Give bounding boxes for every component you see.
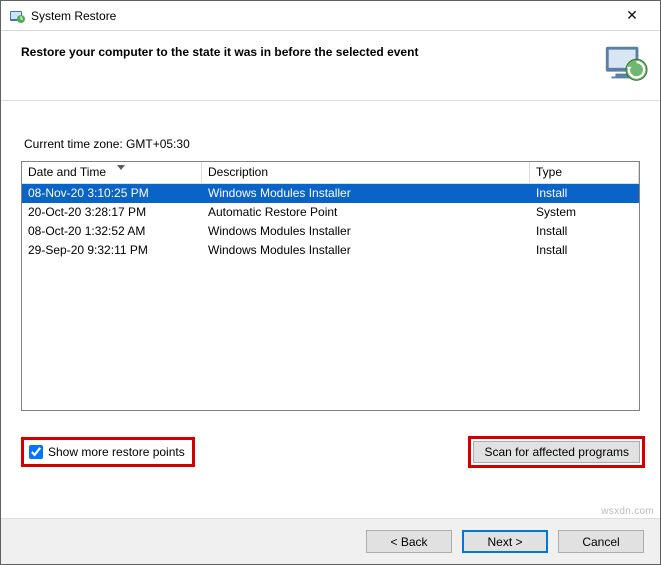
restore-monitor-icon <box>602 41 648 87</box>
watermark: wsxdn.com <box>601 506 654 517</box>
window-title: System Restore <box>31 9 612 23</box>
timezone-label: Current time zone: GMT+05:30 <box>24 137 637 151</box>
titlebar: System Restore ✕ <box>1 1 660 31</box>
cell-description: Automatic Restore Point <box>202 203 530 222</box>
table-body: 08-Nov-20 3:10:25 PMWindows Modules Inst… <box>22 184 639 260</box>
cell-datetime: 29-Sep-20 9:32:11 PM <box>22 241 202 260</box>
scan-affected-programs-button[interactable]: Scan for affected programs <box>473 441 640 463</box>
cell-type: Install <box>530 184 639 203</box>
show-more-checkbox[interactable] <box>29 445 43 459</box>
column-header-type[interactable]: Type <box>530 162 639 183</box>
next-button[interactable]: Next > <box>462 530 548 553</box>
show-more-label: Show more restore points <box>48 445 185 459</box>
wizard-header: Restore your computer to the state it wa… <box>1 31 660 101</box>
wizard-footer: < Back Next > Cancel <box>1 518 660 564</box>
back-button[interactable]: < Back <box>366 530 452 553</box>
table-row[interactable]: 08-Nov-20 3:10:25 PMWindows Modules Inst… <box>22 184 639 203</box>
cell-type: System <box>530 203 639 222</box>
page-heading: Restore your computer to the state it wa… <box>21 45 640 59</box>
content-area: Current time zone: GMT+05:30 Date and Ti… <box>1 101 660 467</box>
cell-type: Install <box>530 222 639 241</box>
cell-description: Windows Modules Installer <box>202 241 530 260</box>
cancel-button[interactable]: Cancel <box>558 530 644 553</box>
system-restore-icon <box>9 8 25 24</box>
table-row[interactable]: 20-Oct-20 3:28:17 PMAutomatic Restore Po… <box>22 203 639 222</box>
cell-type: Install <box>530 241 639 260</box>
table-header: Date and Time Description Type <box>22 162 639 184</box>
show-more-restore-points[interactable]: Show more restore points <box>21 437 195 467</box>
table-row[interactable]: 08-Oct-20 1:32:52 AMWindows Modules Inst… <box>22 222 639 241</box>
close-button[interactable]: ✕ <box>612 2 652 30</box>
table-row[interactable]: 29-Sep-20 9:32:11 PMWindows Modules Inst… <box>22 241 639 260</box>
restore-points-table[interactable]: Date and Time Description Type 08-Nov-20… <box>21 161 640 411</box>
cell-datetime: 08-Oct-20 1:32:52 AM <box>22 222 202 241</box>
cell-description: Windows Modules Installer <box>202 222 530 241</box>
cell-datetime: 08-Nov-20 3:10:25 PM <box>22 184 202 203</box>
column-header-datetime[interactable]: Date and Time <box>22 162 202 183</box>
column-header-description[interactable]: Description <box>202 162 530 183</box>
cell-description: Windows Modules Installer <box>202 184 530 203</box>
cell-datetime: 20-Oct-20 3:28:17 PM <box>22 203 202 222</box>
